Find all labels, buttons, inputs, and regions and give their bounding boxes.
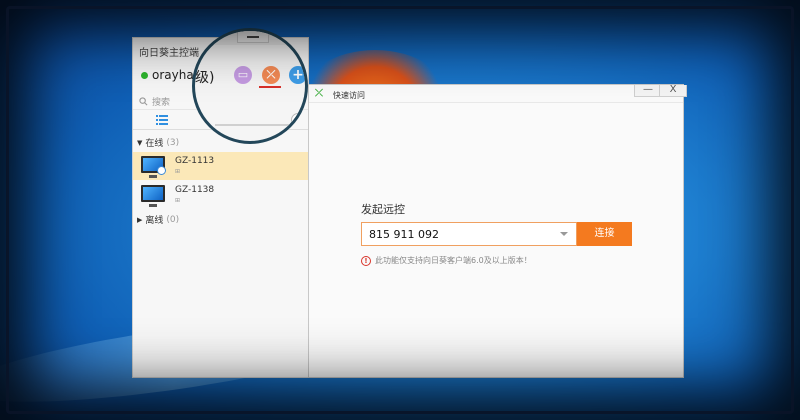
- remote-id-input[interactable]: 815 911 092: [361, 222, 577, 246]
- dropdown-arrow-icon[interactable]: [560, 232, 568, 236]
- magnified-minimize-button: [237, 31, 269, 43]
- monitor-icon: [141, 185, 165, 207]
- minimize-button[interactable]: —: [634, 85, 662, 97]
- list-icon: [156, 115, 168, 125]
- quick-access-title: 快速访问: [333, 91, 365, 100]
- group-online[interactable]: ▼ 在线 (3): [137, 136, 180, 150]
- expand-arrow-icon: ▼: [137, 138, 143, 147]
- connected-badge-icon: [157, 166, 166, 175]
- collapse-arrow-icon: ▶: [137, 215, 143, 224]
- close-button[interactable]: X: [659, 85, 687, 97]
- warning-icon: !: [361, 255, 371, 266]
- device-row-gz-1113[interactable]: GZ-1113 ⊞: [133, 152, 308, 180]
- group-label: 在线: [145, 139, 164, 149]
- version-note: ! 此功能仅支持向日葵客户端6.0及以上版本！: [361, 255, 532, 266]
- device-name: GZ-1113: [175, 156, 215, 166]
- magnified-round-button: [291, 113, 305, 127]
- add-icon[interactable]: +: [289, 66, 305, 84]
- group-count: (3): [166, 137, 180, 148]
- magnifier-callout: 级) ▭ ⤫ +: [192, 28, 308, 144]
- quick-access-logo-icon: ⤫: [315, 88, 323, 99]
- quick-access-window: ⤫ 快速访问 — X 发起远控 815 911 092 连接 ! 此功能仅支持向…: [308, 84, 687, 378]
- remote-id-value: 815 911 092: [369, 228, 439, 241]
- windows-icon: ⊞: [175, 168, 181, 175]
- remote-control-heading: 发起远控: [361, 203, 405, 216]
- group-label: 离线: [145, 216, 164, 226]
- list-view-tab[interactable]: [133, 110, 191, 130]
- version-note-text: 此功能仅支持向日葵客户端6.0及以上版本！: [375, 256, 532, 265]
- device-name: GZ-1138: [175, 185, 215, 195]
- search-placeholder: 搜索: [152, 98, 171, 108]
- group-count: (0): [166, 214, 180, 225]
- connect-button[interactable]: 连接: [577, 222, 632, 246]
- quick-access-icon[interactable]: ⤫: [262, 66, 280, 84]
- magnified-username-fragment: 级): [195, 70, 215, 86]
- device-row-gz-1138[interactable]: GZ-1138 ⊞: [133, 181, 308, 209]
- search-icon: [139, 97, 148, 106]
- group-offline[interactable]: ▶ 离线 (0): [137, 213, 180, 227]
- remote-desktop-icon[interactable]: ▭: [234, 66, 252, 84]
- windows-icon: ⊞: [175, 197, 181, 204]
- active-underline: [259, 86, 281, 88]
- quick-access-titlebar: ⤫ 快速访问 — X: [309, 85, 687, 103]
- online-status-icon: [141, 71, 148, 79]
- desktop-background: 向日葵主控端 orayhais 搜索 ▼ 在线 (3) GZ-1113 ⊞ GZ…: [0, 0, 800, 420]
